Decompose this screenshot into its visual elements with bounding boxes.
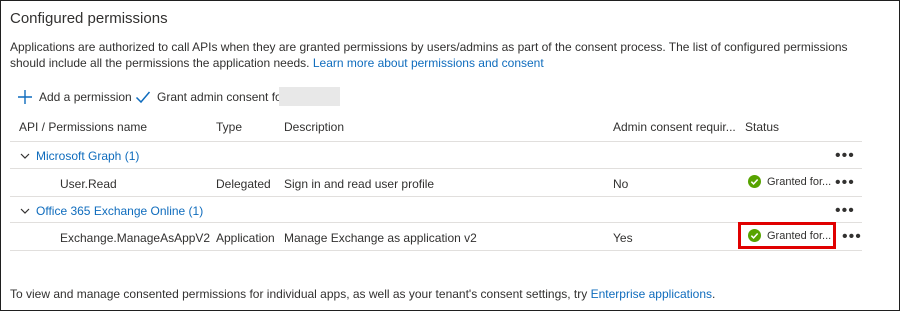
more-options-icon[interactable]: ••• bbox=[835, 175, 855, 191]
grant-admin-consent-button[interactable]: Grant admin consent for bbox=[135, 88, 286, 106]
column-header-type[interactable]: Type bbox=[216, 120, 242, 134]
permission-description: Sign in and read user profile bbox=[284, 177, 435, 191]
header-divider bbox=[10, 141, 862, 142]
more-options-icon[interactable]: ••• bbox=[835, 148, 855, 164]
row-divider bbox=[10, 250, 862, 251]
admin-consent-required: Yes bbox=[613, 231, 633, 245]
column-header-api[interactable]: API / Permissions name bbox=[19, 120, 147, 134]
section-description: Applications are authorized to call APIs… bbox=[10, 39, 870, 71]
checkmark-icon bbox=[135, 91, 151, 104]
permission-type: Delegated bbox=[216, 177, 271, 191]
chevron-down-icon[interactable] bbox=[20, 206, 30, 216]
row-divider bbox=[10, 168, 862, 169]
footer-note: To view and manage consented permissions… bbox=[10, 287, 715, 301]
permission-type: Application bbox=[216, 231, 275, 245]
group-name[interactable]: Office 365 Exchange Online (1) bbox=[36, 204, 203, 218]
admin-consent-required: No bbox=[613, 177, 629, 191]
status-text: Granted for... bbox=[767, 175, 832, 188]
permission-name-link[interactable]: User.Read bbox=[60, 177, 117, 191]
permission-description: Manage Exchange as application v2 bbox=[284, 231, 477, 245]
row-divider bbox=[10, 196, 862, 197]
status-badge: Granted for... bbox=[748, 175, 831, 188]
footer-text: To view and manage consented permissions… bbox=[10, 287, 588, 301]
column-header-admin-consent[interactable]: Admin consent requir... bbox=[613, 120, 736, 134]
redacted-tenant-name bbox=[279, 87, 340, 106]
more-options-icon[interactable]: ••• bbox=[835, 203, 855, 219]
success-check-icon bbox=[748, 175, 761, 188]
plus-icon bbox=[18, 90, 32, 104]
learn-more-link[interactable]: Learn more about permissions and consent bbox=[313, 56, 544, 70]
add-permission-button[interactable]: Add a permission bbox=[17, 88, 132, 106]
add-permission-label: Add a permission bbox=[39, 90, 132, 104]
column-header-description[interactable]: Description bbox=[284, 120, 344, 134]
permission-name-link[interactable]: Exchange.ManageAsAppV2 bbox=[60, 231, 210, 245]
column-header-status[interactable]: Status bbox=[745, 120, 779, 134]
more-options-icon[interactable]: ••• bbox=[842, 229, 862, 245]
group-row-microsoft-graph[interactable]: Microsoft Graph (1) bbox=[20, 149, 139, 163]
footer-period: . bbox=[712, 287, 716, 301]
status-highlight-box bbox=[738, 222, 836, 249]
grant-admin-consent-label: Grant admin consent for bbox=[157, 90, 286, 104]
section-title: Configured permissions bbox=[10, 10, 168, 27]
enterprise-applications-link[interactable]: Enterprise applications bbox=[591, 287, 712, 301]
group-name[interactable]: Microsoft Graph (1) bbox=[36, 149, 139, 163]
group-row-office-365-exchange-online[interactable]: Office 365 Exchange Online (1) bbox=[20, 204, 203, 218]
chevron-down-icon[interactable] bbox=[20, 151, 30, 161]
row-divider bbox=[10, 222, 862, 223]
